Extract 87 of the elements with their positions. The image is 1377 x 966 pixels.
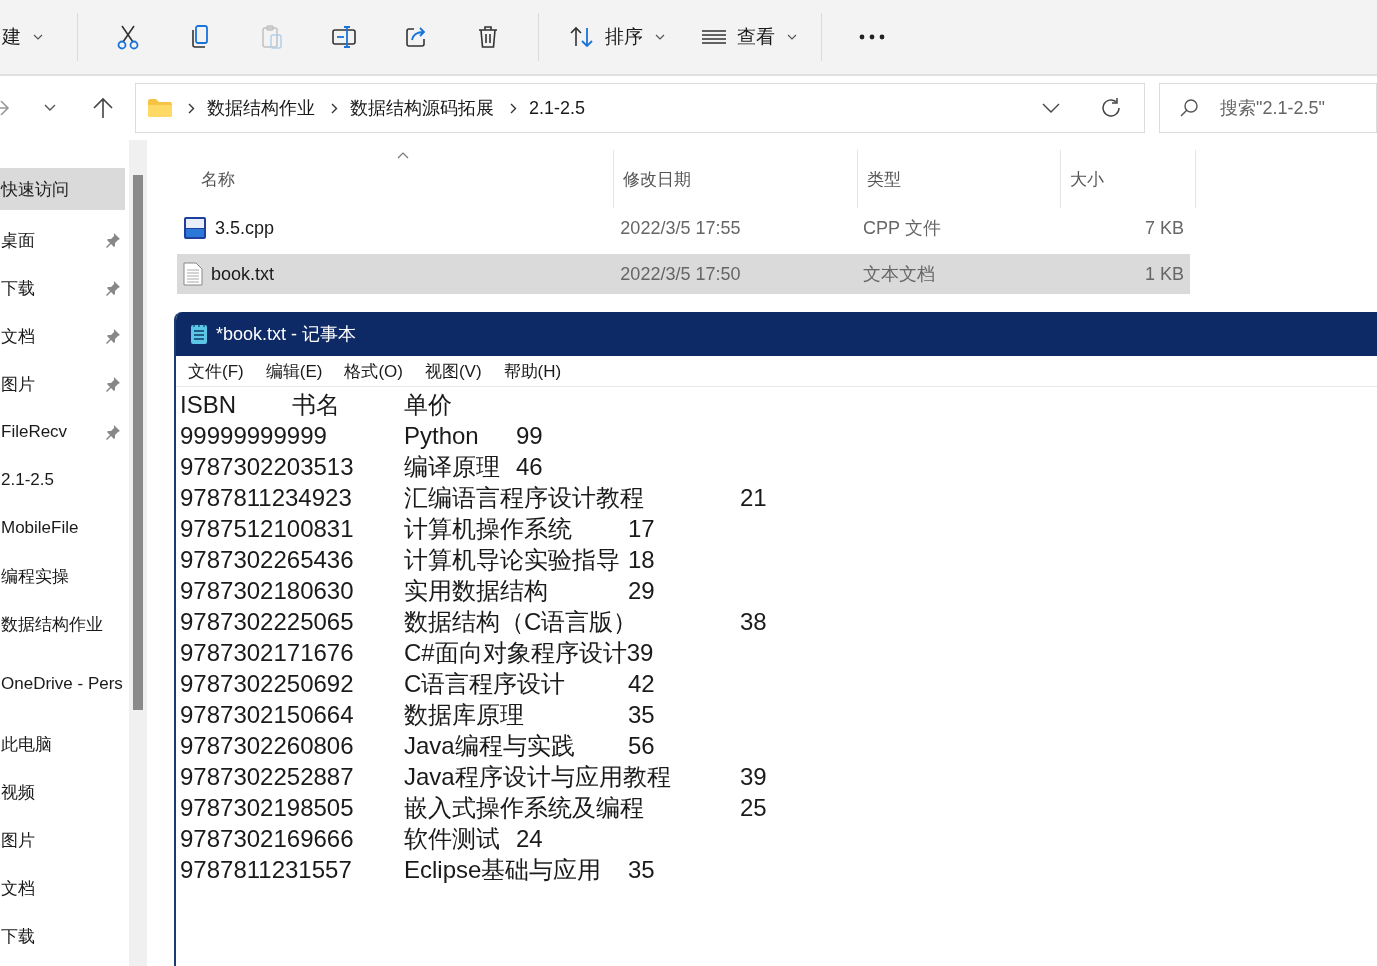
sidebar-item[interactable]: 快速访问 [0, 168, 125, 210]
sidebar-item[interactable]: 文档 [0, 312, 125, 360]
address-bar[interactable]: 数据结构作业 数据结构源码拓展 2.1-2.5 [135, 83, 1145, 133]
sort-arrows-icon [569, 26, 595, 48]
menu-item[interactable]: 编辑(E) [265, 359, 323, 383]
sidebar-item[interactable]: OneDrive - Pers [0, 660, 125, 708]
up-arrow-icon[interactable] [92, 97, 114, 119]
column-header[interactable]: 修改日期 [614, 150, 858, 208]
rename-icon [331, 24, 357, 50]
text-line: 9787512100831 计算机操作系统 17 [180, 514, 655, 544]
forward-icon[interactable] [0, 98, 10, 118]
chevron-icon [188, 102, 195, 114]
scrollbar-thumb[interactable] [133, 175, 143, 710]
dev-cpp-file-icon [183, 216, 207, 240]
text-line: 9787302252887 Java程序设计与应用教程 39 [180, 762, 767, 792]
text-line: 9787811231557 Eclipse基础与应用 35 [180, 855, 655, 885]
view-button[interactable]: 查看 [691, 15, 807, 59]
file-name: 3.5.cpp [215, 217, 275, 239]
breadcrumb[interactable]: 数据结构作业 [207, 96, 315, 120]
menu-item[interactable]: 文件(F) [188, 359, 244, 383]
sidebar-item[interactable]: 桌面 [0, 216, 125, 264]
new-button[interactable]: 建 [0, 15, 53, 59]
text-line: 9787302169666 软件测试 24 [180, 824, 543, 854]
text-line: 9787302150664 数据库原理 35 [180, 700, 655, 730]
caret-icon [787, 34, 797, 40]
sort-button[interactable]: 排序 [559, 15, 675, 59]
sort-caret-icon [397, 152, 409, 159]
text-file-icon [183, 262, 203, 286]
sidebar-item[interactable]: 数据结构作业 [0, 600, 125, 648]
menu-item[interactable]: 帮助(H) [503, 359, 562, 383]
text-line: 9787302171676 C#面向对象程序设计39 [180, 638, 654, 668]
text-line: 9787302180630 实用数据结构 29 [180, 576, 655, 606]
chevron-icon [331, 102, 338, 114]
refresh-icon[interactable] [1100, 97, 1122, 119]
sidebar-item[interactable]: 视频 [0, 768, 125, 816]
column-header[interactable]: 大小 [1061, 150, 1196, 208]
search-icon [1179, 98, 1199, 118]
file-name: book.txt [211, 263, 275, 285]
more-icon [859, 34, 885, 40]
column-header[interactable]: 类型 [858, 150, 1061, 208]
text-line: 9787811234923 汇编语言程序设计教程 21 [180, 483, 767, 513]
text-line: 9787302260806 Java编程与实践 56 [180, 731, 655, 761]
menu-item[interactable]: 视图(V) [424, 359, 482, 383]
sidebar-item[interactable]: 文档 [0, 864, 125, 912]
window-title: *book.txt - 记事本 [216, 323, 357, 346]
text-line: 9787302203513 编译原理 46 [180, 452, 543, 482]
scissors-icon [116, 24, 140, 50]
trash-icon [477, 25, 499, 49]
clipboard-icon [260, 24, 284, 50]
modified-date: 2022/3/5 17:50 [619, 262, 742, 286]
file-type: CPP 文件 [861, 217, 942, 240]
text-line: ISBN 书名 单价 [180, 390, 452, 420]
share-icon [404, 25, 428, 49]
sidebar-item[interactable]: FileRecv [0, 408, 125, 456]
caret-icon [655, 34, 665, 40]
text-line: 9787302225065 数据结构（C语言版） 38 [180, 607, 767, 637]
sidebar-item[interactable]: 下载 [0, 264, 125, 312]
sidebar-item[interactable]: 图片 [0, 816, 125, 864]
sidebar-item[interactable]: 图片 [0, 360, 125, 408]
column-header[interactable]: 名称 [177, 150, 614, 208]
text-line: 99999999999 Python 99 [180, 421, 543, 451]
modified-date: 2022/3/5 17:55 [619, 216, 742, 240]
file-type: 文本文档 [861, 263, 936, 286]
sidebar-item[interactable]: MobileFile [0, 504, 125, 552]
file-row[interactable]: book.txt 2022/3/5 17:50 文本文档 1 KB [177, 254, 1190, 294]
sidebar-item[interactable]: 编程实操 [0, 552, 125, 600]
recent-locations-icon[interactable] [44, 104, 56, 112]
text-line: 9787302198505 嵌入式操作系统及编程 25 [180, 793, 767, 823]
breadcrumb[interactable]: 2.1-2.5 [529, 97, 586, 119]
copy-icon [189, 24, 211, 50]
sidebar-item[interactable]: 下载 [0, 912, 125, 960]
text-line: 9787302250692 C语言程序设计 42 [180, 669, 655, 699]
breadcrumb[interactable]: 数据结构源码拓展 [350, 96, 494, 120]
dropdown-caret-icon[interactable] [1042, 103, 1060, 113]
file-size: 7 KB [1143, 216, 1185, 240]
chevron-icon [510, 102, 517, 114]
sidebar-item[interactable]: 此电脑 [0, 720, 125, 768]
search-field[interactable]: 搜索"2.1-2.5" [1159, 83, 1377, 133]
text-line: 9787302265436 计算机导论实验指导 18 [180, 545, 655, 575]
file-row[interactable]: 3.5.cpp 2022/3/5 17:55 CPP 文件 7 KB [177, 208, 1190, 248]
lines-icon [701, 29, 727, 45]
sidebar-item[interactable]: 2.1-2.5 [0, 456, 125, 504]
folder-icon [148, 99, 172, 117]
file-size: 1 KB [1143, 262, 1185, 286]
notepad-icon [190, 323, 208, 345]
caret-icon [33, 34, 43, 40]
menu-item[interactable]: 格式(O) [344, 359, 403, 383]
